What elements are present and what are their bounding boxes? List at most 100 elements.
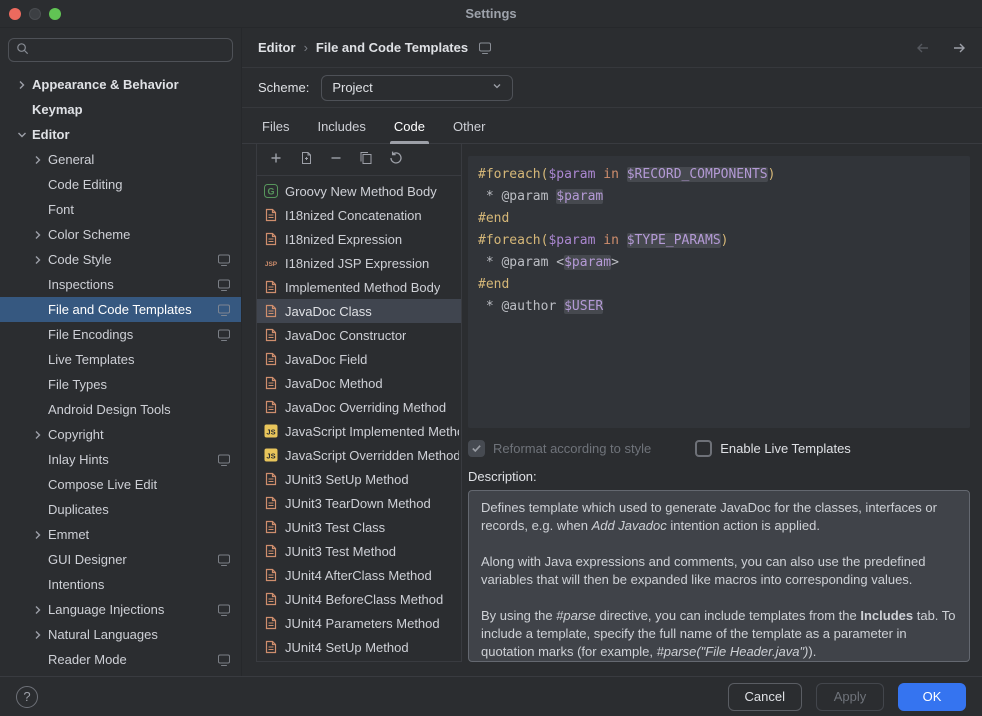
tab-other[interactable]: Other <box>439 110 500 143</box>
sidebar-item-label: Language Injections <box>48 602 217 617</box>
sidebar-item-label: Reader Mode <box>48 652 217 667</box>
minimize-button[interactable] <box>29 8 41 20</box>
template-list: GGroovy New Method BodyI18nized Concaten… <box>257 176 461 661</box>
template-item-javadoc-constructor[interactable]: JavaDoc Constructor <box>257 323 461 347</box>
search-box[interactable] <box>8 38 233 62</box>
breadcrumb-editor[interactable]: Editor <box>258 40 296 55</box>
sidebar-item-intentions[interactable]: Intentions <box>0 572 241 597</box>
sidebar-item-file-and-code-templates[interactable]: File and Code Templates <box>0 297 241 322</box>
chevron-down-icon[interactable] <box>12 127 32 143</box>
sidebar-item-copyright[interactable]: Copyright <box>0 422 241 447</box>
template-item-groovy-new-method-body[interactable]: GGroovy New Method Body <box>257 179 461 203</box>
template-item-i18nized-jsp-expression[interactable]: JSPI18nized JSP Expression <box>257 251 461 275</box>
copy-button[interactable] <box>355 149 377 171</box>
template-item-junit4-parameters-method[interactable]: JUnit4 Parameters Method <box>257 611 461 635</box>
sidebar-item-android-design-tools[interactable]: Android Design Tools <box>0 397 241 422</box>
template-item-javascript-implemented-method[interactable]: JSJavaScript Implemented Method <box>257 419 461 443</box>
template-item-javascript-overridden-method[interactable]: JSJavaScript Overridden Method <box>257 443 461 467</box>
sidebar-item-label: Copyright <box>48 427 231 442</box>
apply-button[interactable]: Apply <box>816 683 884 711</box>
editor-column: #foreach($param in $RECORD_COMPONENTS) *… <box>462 144 982 662</box>
sidebar-item-live-templates[interactable]: Live Templates <box>0 347 241 372</box>
template-item-junit3-setup-method[interactable]: JUnit3 SetUp Method <box>257 467 461 491</box>
template-item-junit3-test-class[interactable]: JUnit3 Test Class <box>257 515 461 539</box>
sidebar-item-code-editing[interactable]: Code Editing <box>0 172 241 197</box>
forward-arrow-icon[interactable] <box>950 41 968 55</box>
svg-text:JS: JS <box>266 428 275 437</box>
sidebar-item-duplicates[interactable]: Duplicates <box>0 497 241 522</box>
template-item-junit3-teardown-method[interactable]: JUnit3 TearDown Method <box>257 491 461 515</box>
sidebar-item-label: Inspections <box>48 277 217 292</box>
reset-to-default-button[interactable] <box>385 149 407 171</box>
sidebar-item-appearance-behavior[interactable]: Appearance & Behavior <box>0 72 241 97</box>
sidebar-item-editor[interactable]: Editor <box>0 122 241 147</box>
back-arrow-icon[interactable] <box>914 41 932 55</box>
chevron-spacer <box>28 577 48 593</box>
sidebar-item-code-style[interactable]: Code Style <box>0 247 241 272</box>
tab-files[interactable]: Files <box>248 110 303 143</box>
sidebar-item-reader-mode[interactable]: Reader Mode <box>0 647 241 672</box>
remove-button[interactable] <box>325 149 347 171</box>
sidebar-item-label: Font <box>48 202 231 217</box>
chevron-right-icon[interactable] <box>28 227 48 243</box>
tab-includes[interactable]: Includes <box>303 110 379 143</box>
template-item-label: JUnit4 BeforeClass Method <box>285 592 443 607</box>
template-item-i18nized-concatenation[interactable]: I18nized Concatenation <box>257 203 461 227</box>
sidebar-item-color-scheme[interactable]: Color Scheme <box>0 222 241 247</box>
sidebar-item-compose-live-edit[interactable]: Compose Live Edit <box>0 472 241 497</box>
template-item-junit4-afterclass-method[interactable]: JUnit4 AfterClass Method <box>257 563 461 587</box>
chevron-right-icon[interactable] <box>28 152 48 168</box>
chevron-right-icon[interactable] <box>28 252 48 268</box>
chevron-right-icon[interactable] <box>28 427 48 443</box>
template-icon <box>263 231 279 247</box>
help-button[interactable]: ? <box>16 686 38 708</box>
sidebar-item-natural-languages[interactable]: Natural Languages <box>0 622 241 647</box>
reformat-checkbox[interactable]: Reformat according to style <box>468 440 651 457</box>
template-item-junit3-test-method[interactable]: JUnit3 Test Method <box>257 539 461 563</box>
chevron-right-icon[interactable] <box>28 602 48 618</box>
chevron-right-icon[interactable] <box>12 77 32 93</box>
sidebar-item-label: Compose Live Edit <box>48 477 231 492</box>
sidebar-item-keymap[interactable]: Keymap <box>0 97 241 122</box>
sidebar-item-inspections[interactable]: Inspections <box>0 272 241 297</box>
close-button[interactable] <box>9 8 21 20</box>
template-item-junit4-beforeclass-method[interactable]: JUnit4 BeforeClass Method <box>257 587 461 611</box>
sidebar-item-emmet[interactable]: Emmet <box>0 522 241 547</box>
template-item-junit4-setup-method[interactable]: JUnit4 SetUp Method <box>257 635 461 659</box>
add-child-button[interactable] <box>295 149 317 171</box>
sidebar-item-label: Code Editing <box>48 177 231 192</box>
chevron-spacer <box>28 652 48 668</box>
template-item-i18nized-expression[interactable]: I18nized Expression <box>257 227 461 251</box>
enable-live-templates-checkbox[interactable]: Enable Live Templates <box>695 440 851 457</box>
chevron-right-icon[interactable] <box>28 527 48 543</box>
sidebar-item-gui-designer[interactable]: GUI Designer <box>0 547 241 572</box>
screen-icon <box>217 278 231 292</box>
sidebar-item-general[interactable]: General <box>0 147 241 172</box>
settings-window: Settings Appearance & BehaviorKeymapEdit… <box>0 0 982 716</box>
sidebar-item-language-injections[interactable]: Language Injections <box>0 597 241 622</box>
chevron-right-icon[interactable] <box>28 627 48 643</box>
content: GGroovy New Method BodyI18nized Concaten… <box>242 144 982 676</box>
description-box[interactable]: Defines template which used to generate … <box>468 490 970 662</box>
code-line: #foreach($param in $RECORD_COMPONENTS) <box>478 164 960 186</box>
search-input[interactable] <box>34 42 226 59</box>
sidebar-item-inlay-hints[interactable]: Inlay Hints <box>0 447 241 472</box>
template-item-javadoc-overriding-method[interactable]: JavaDoc Overriding Method <box>257 395 461 419</box>
add-button[interactable] <box>265 149 287 171</box>
sidebar-item-label: General <box>48 152 231 167</box>
sidebar-item-file-encodings[interactable]: File Encodings <box>0 322 241 347</box>
scheme-select[interactable]: Project <box>321 75 513 101</box>
template-icon <box>263 399 279 415</box>
template-item-implemented-method-body[interactable]: Implemented Method Body <box>257 275 461 299</box>
template-item-javadoc-method[interactable]: JavaDoc Method <box>257 371 461 395</box>
template-editor[interactable]: #foreach($param in $RECORD_COMPONENTS) *… <box>468 156 970 428</box>
tab-code[interactable]: Code <box>380 110 439 143</box>
ok-button[interactable]: OK <box>898 683 966 711</box>
sidebar-item-file-types[interactable]: File Types <box>0 372 241 397</box>
sidebar-item-font[interactable]: Font <box>0 197 241 222</box>
cancel-button[interactable]: Cancel <box>728 683 802 711</box>
zoom-button[interactable] <box>49 8 61 20</box>
reformat-label: Reformat according to style <box>493 441 651 456</box>
template-item-javadoc-field[interactable]: JavaDoc Field <box>257 347 461 371</box>
template-item-javadoc-class[interactable]: JavaDoc Class <box>257 299 461 323</box>
